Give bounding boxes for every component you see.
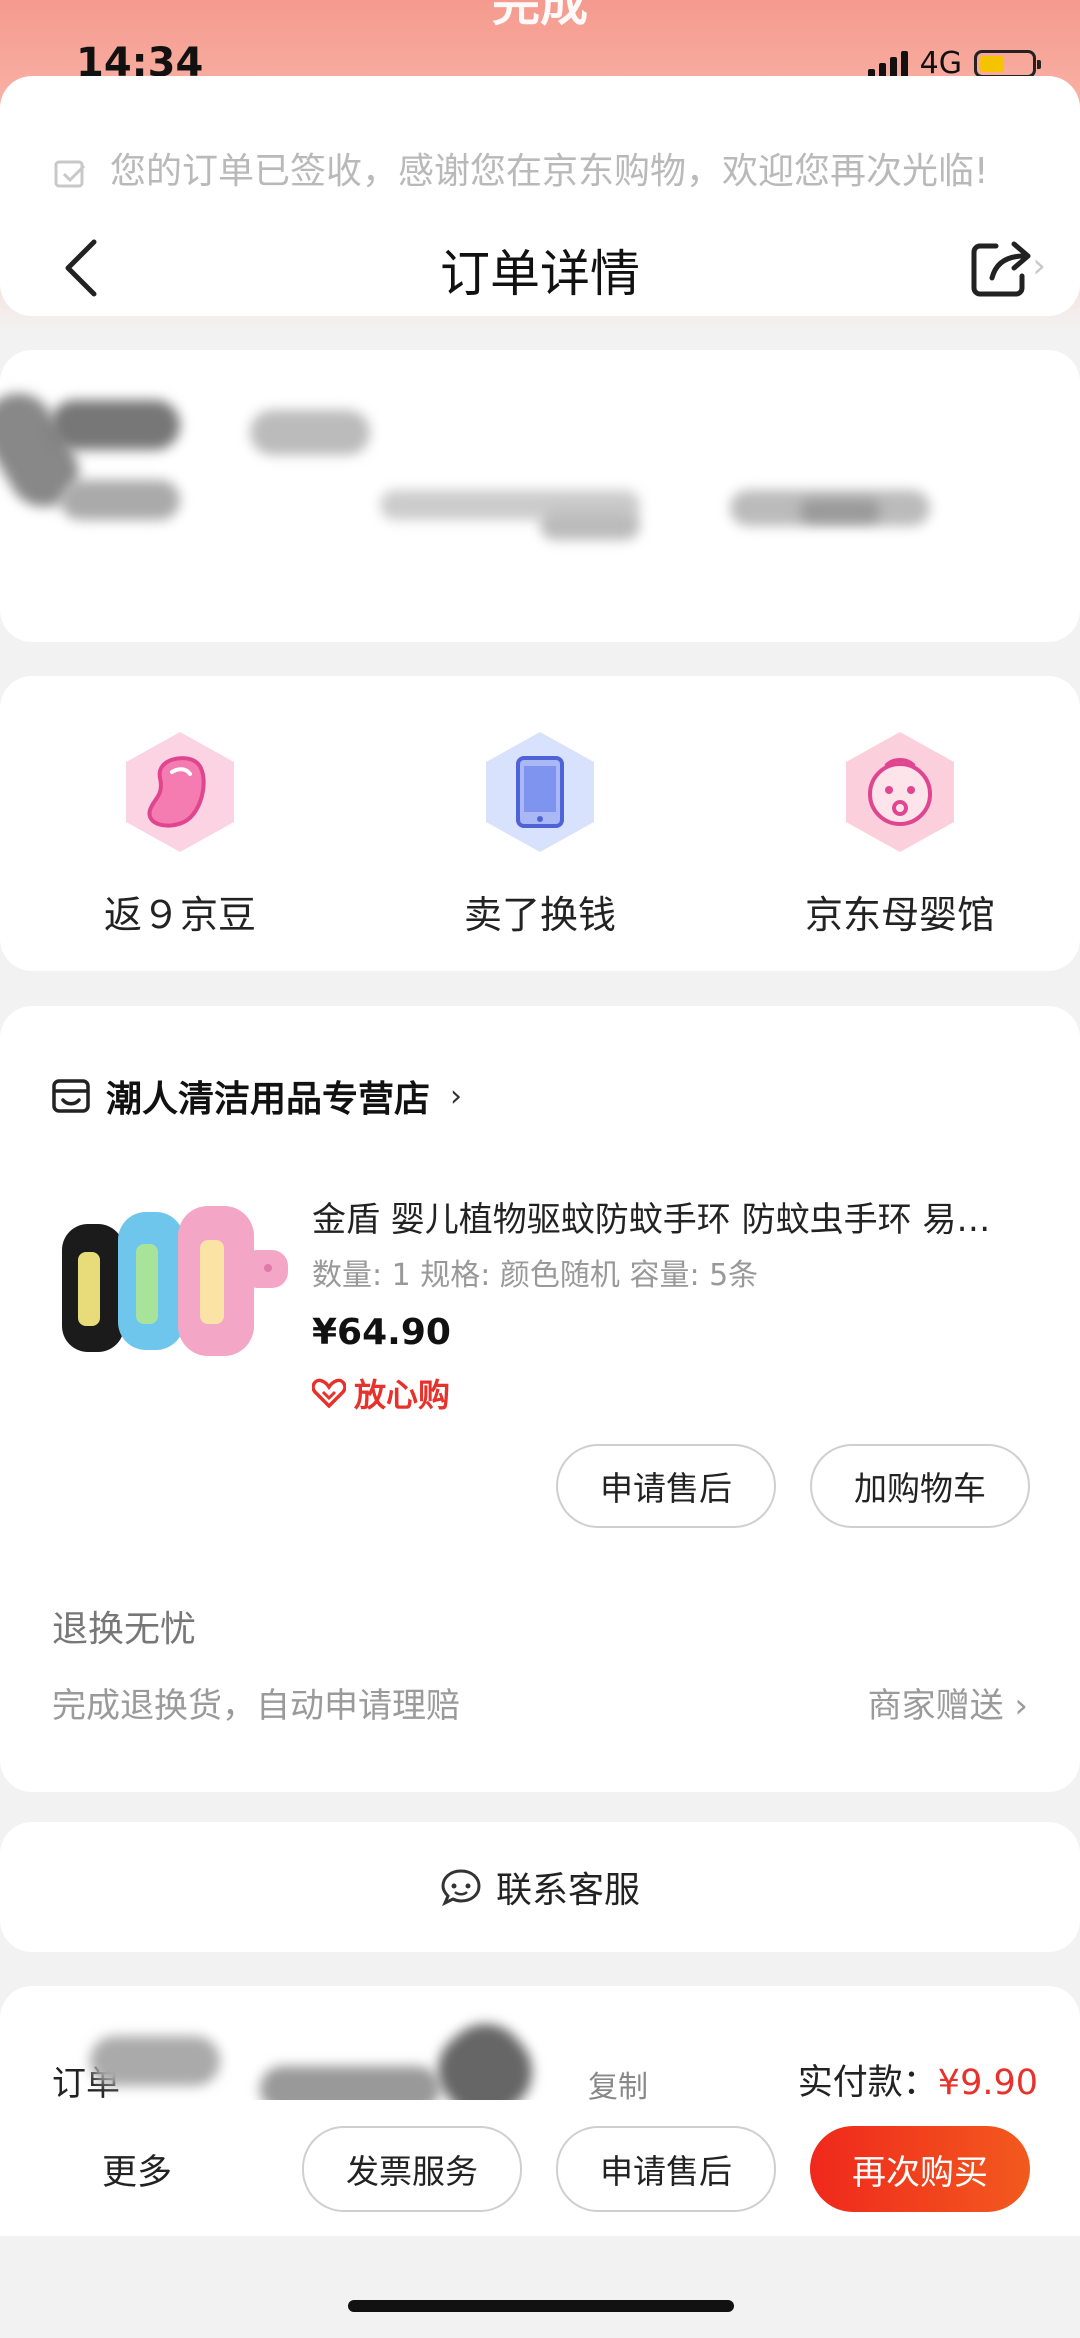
returns-merchant-gift-link[interactable]: 商家赠送 › bbox=[868, 1678, 1028, 1727]
returns-description: 完成退换货，自动申请理赔 bbox=[52, 1686, 460, 1726]
redaction-mark bbox=[90, 2036, 220, 2086]
returns-title: 退换无忧 bbox=[52, 1609, 197, 1650]
redaction-mark bbox=[60, 480, 180, 520]
product-image[interactable] bbox=[56, 1188, 288, 1388]
redaction-mark bbox=[800, 500, 880, 522]
order-status-text: 完成 bbox=[491, 0, 588, 32]
paid-amount: 实付款：¥9.90 bbox=[798, 2054, 1038, 2105]
redaction-mark bbox=[250, 410, 370, 455]
quick-action-label: 京东母婴馆 bbox=[804, 893, 995, 937]
buy-again-button[interactable]: 再次购买 bbox=[810, 2126, 1030, 2212]
signed-message: 您的订单已签收，感谢您在京东购物，欢迎您再次光临! bbox=[110, 151, 989, 192]
quick-action-label: 返９京豆 bbox=[103, 893, 256, 937]
contact-service-label: 联系客服 bbox=[495, 1870, 640, 1911]
signal-icon bbox=[867, 49, 908, 79]
chat-icon bbox=[441, 1869, 481, 1907]
more-button[interactable]: 更多 bbox=[102, 2144, 172, 2195]
after-sale-button[interactable]: 申请售后 bbox=[556, 1444, 776, 1528]
quick-action-baby[interactable]: 京东母婴馆 bbox=[770, 728, 1030, 939]
paid-value: ¥9.90 bbox=[937, 2063, 1038, 2103]
share-button[interactable] bbox=[966, 232, 1036, 302]
store-name: 潮人清洁用品专营店 bbox=[106, 1079, 431, 1120]
quick-action-label: 卖了换钱 bbox=[463, 893, 616, 937]
address-card-redacted bbox=[0, 350, 1080, 642]
redaction-mark bbox=[50, 400, 180, 450]
store-link[interactable]: 潮人清洁用品专营店 › bbox=[50, 1070, 462, 1122]
chevron-right-icon: › bbox=[450, 1078, 463, 1114]
paid-label: 实付款： bbox=[797, 2063, 938, 2103]
add-to-cart-button[interactable]: 加购物车 bbox=[810, 1444, 1030, 1528]
quick-actions-card: 返９京豆 卖了换钱 京东母婴馆 bbox=[0, 676, 1080, 971]
redaction-mark bbox=[540, 510, 640, 540]
bottom-action-bar: 更多 发票服务 申请售后 再次购买 bbox=[0, 2100, 1080, 2236]
product-price: ¥64.90 bbox=[312, 1312, 451, 1353]
product-spec: 数量: 1 规格: 颜色随机 容量: 5条 bbox=[312, 1258, 759, 1293]
after-sale-bottom-button[interactable]: 申请售后 bbox=[556, 2126, 776, 2212]
bean-icon bbox=[126, 732, 234, 852]
assurance-text: 放心购 bbox=[354, 1376, 451, 1414]
order-card: 潮人清洁用品专营店 › 金盾 婴儿植物驱蚊防蚊手环 防蚊虫手环 易… 数量: 1… bbox=[0, 1006, 1080, 1792]
invoice-service-button[interactable]: 发票服务 bbox=[302, 2126, 522, 2212]
product-title[interactable]: 金盾 婴儿植物驱蚊防蚊手环 防蚊虫手环 易… bbox=[312, 1192, 1032, 1241]
heart-icon bbox=[312, 1378, 346, 1408]
package-icon bbox=[54, 160, 86, 188]
baby-icon bbox=[846, 732, 954, 852]
page-title: 订单详情 bbox=[440, 245, 640, 303]
contact-service-button[interactable]: 联系客服 bbox=[0, 1822, 1080, 1952]
quick-action-sell[interactable]: 卖了换钱 bbox=[410, 728, 670, 939]
store-icon bbox=[52, 1079, 90, 1113]
assurance-badge: 放心购 bbox=[312, 1370, 450, 1416]
phone-icon bbox=[486, 732, 594, 852]
home-indicator[interactable] bbox=[348, 2300, 734, 2312]
nav-card: 您的订单已签收，感谢您在京东购物，欢迎您再次光临! › 订单详情 bbox=[0, 76, 1080, 316]
quick-action-beans[interactable]: 返９京豆 bbox=[50, 728, 310, 939]
battery-icon bbox=[974, 49, 1041, 78]
